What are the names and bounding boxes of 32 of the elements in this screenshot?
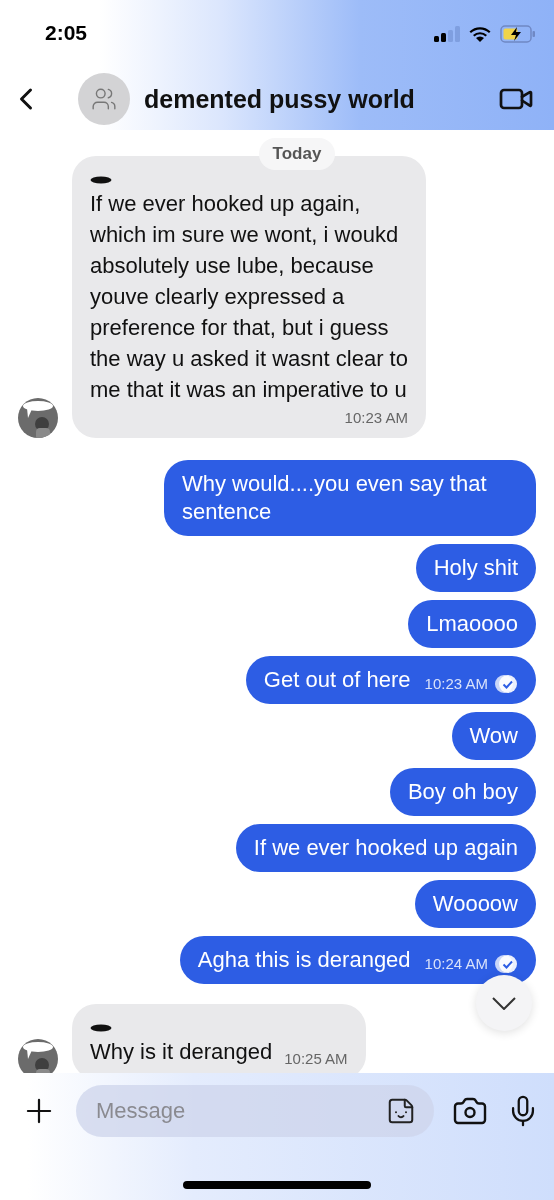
message-text: If we ever hooked up again, which im sure we wont, i woukd absolutely use lube, because youve clearly expressed a preference for that, but i guess the way u asked it wasnt clear to me that it was an imperative to u [90,190,408,404]
signal-icon [434,26,460,42]
sticker-icon [386,1096,416,1126]
chevron-down-icon [492,996,516,1010]
read-receipt-icon [494,954,518,974]
message-time: 10:25 AM [284,1050,348,1067]
message-time: 10:23 AM [344,409,408,426]
message-text: Holy shit [433,554,518,582]
people-icon [91,86,117,112]
battery-icon [500,25,536,43]
message-text: Boy oh boy [407,778,518,806]
read-receipt-icon [494,674,518,694]
message-text: Why would....you even say that sentence [182,470,488,526]
message-time: 10:23 AM [424,675,488,692]
date-divider: Today [258,138,336,170]
message-text: Agha this is deranged [197,946,411,974]
wifi-icon [468,25,492,43]
message-text: Why is it deranged [90,1038,273,1066]
group-avatar[interactable] [78,73,130,125]
chat-title: demented pussy world [144,84,416,114]
message-text: If we ever hooked up again [253,834,518,862]
ellipse-mark-icon [90,1024,112,1032]
message-time: 10:24 AM [424,955,488,972]
ellipse-mark-icon [90,176,112,184]
message-text: Wow [469,722,518,750]
message-input[interactable]: Message [94,1097,386,1125]
clock-time: 2:05 [45,21,88,45]
message-text: Lmaoooo [426,610,518,638]
message-field[interactable]: Message [76,1085,434,1137]
scroll-down-button[interactable] [476,975,532,1031]
message-text: Get out of here [263,666,411,694]
message-text: Woooow [432,890,518,918]
